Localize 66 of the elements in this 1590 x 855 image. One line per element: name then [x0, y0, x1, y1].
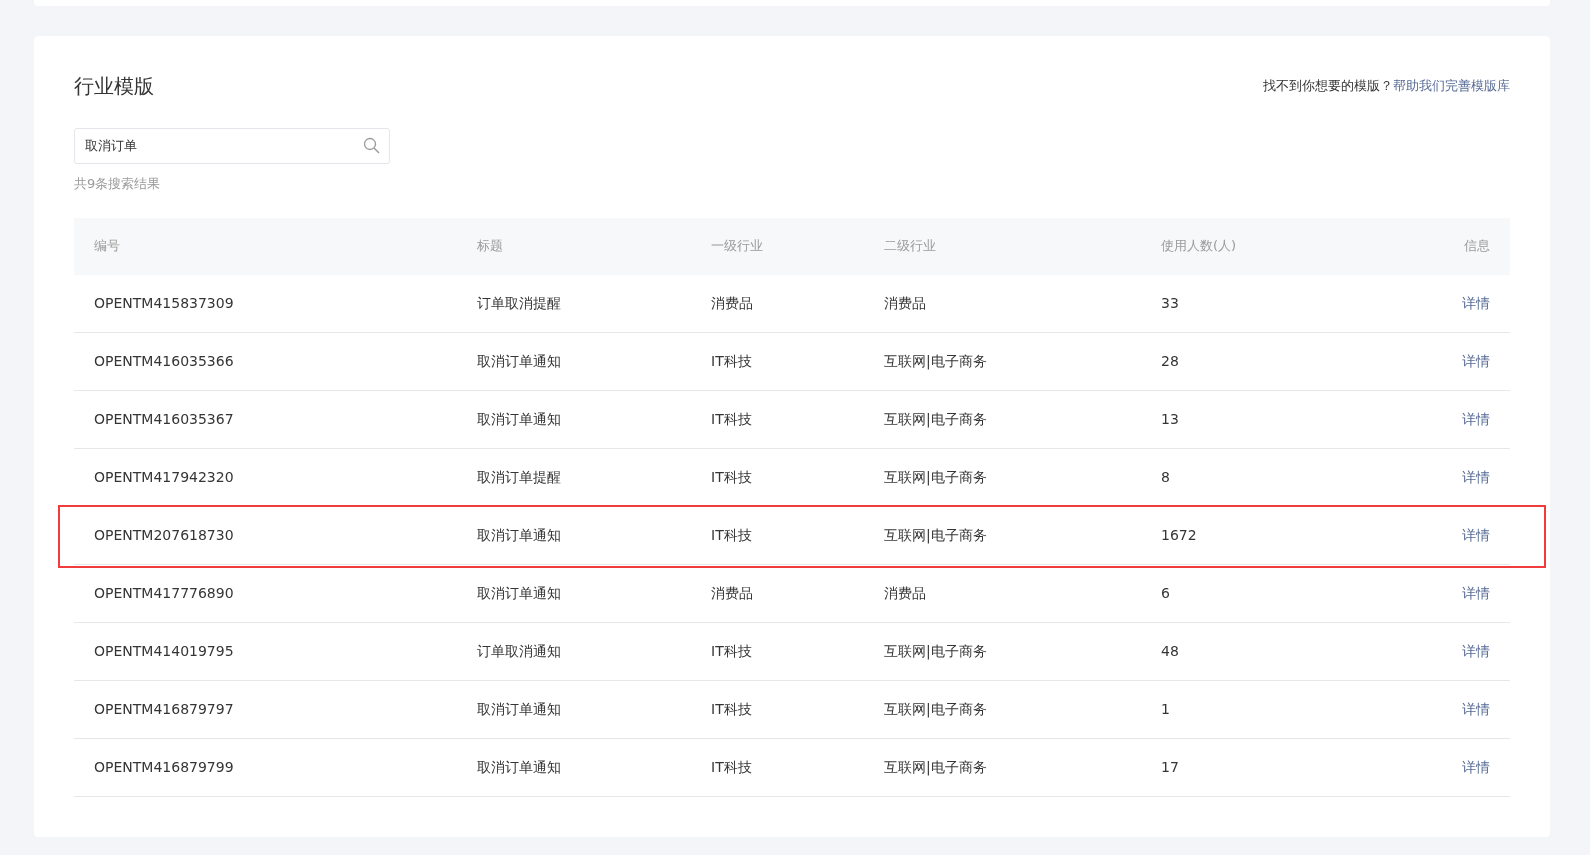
- table-cell: 1672: [1161, 526, 1197, 543]
- table-cell: 取消订单通知: [477, 700, 561, 717]
- table-cell: 取消订单通知: [477, 410, 561, 427]
- help-text: 找不到你想要的模版？: [1263, 78, 1393, 94]
- table-cell: 48: [1161, 642, 1179, 659]
- table-cell: 取消订单通知: [477, 584, 561, 601]
- details-link[interactable]: 详情: [1462, 352, 1490, 369]
- column-header: 标题: [476, 237, 504, 256]
- details-link[interactable]: 详情: [1462, 468, 1490, 485]
- table-cell: IT科技: [711, 352, 752, 369]
- table-cell: 消费品: [711, 584, 753, 601]
- details-link[interactable]: 详情: [1462, 584, 1490, 601]
- search-field[interactable]: 取消订单: [74, 128, 390, 164]
- table-cell: IT科技: [711, 526, 752, 543]
- table-cell: OPENTM416035367: [94, 410, 234, 427]
- table-cell: 订单取消提醒: [477, 294, 561, 311]
- table-cell: OPENTM415837309: [94, 294, 234, 311]
- column-header: 编号: [93, 237, 121, 256]
- table-cell: 互联网|电子商务: [884, 642, 987, 659]
- table-cell: OPENTM417942320: [94, 468, 234, 485]
- table-cell: OPENTM416879797: [94, 700, 234, 717]
- table-cell: OPENTM417776890: [94, 584, 234, 601]
- table-cell: 33: [1161, 294, 1179, 311]
- table-cell: 互联网|电子商务: [884, 352, 987, 369]
- table-cell: OPENTM416879799: [94, 758, 234, 775]
- table-cell: OPENTM414019795: [94, 642, 234, 659]
- result-count: 共9条搜索结果: [74, 175, 162, 193]
- table-cell: 互联网|电子商务: [884, 468, 987, 485]
- table-cell: IT科技: [711, 642, 752, 659]
- table-cell: 取消订单通知: [477, 352, 561, 369]
- table-cell: IT科技: [711, 410, 752, 427]
- details-link[interactable]: 详情: [1462, 642, 1490, 659]
- table-cell: 互联网|电子商务: [884, 410, 987, 427]
- column-header: 二级行业: [883, 237, 937, 256]
- details-link[interactable]: 详情: [1462, 410, 1490, 427]
- details-link[interactable]: 详情: [1462, 294, 1490, 311]
- table-cell: OPENTM416035366: [94, 352, 234, 369]
- table-cell: 17: [1161, 758, 1179, 775]
- column-header: 一级行业: [710, 237, 764, 256]
- table-cell: 8: [1161, 468, 1170, 485]
- column-header: 信息: [1463, 237, 1491, 256]
- table-cell: 互联网|电子商务: [884, 700, 987, 717]
- table-cell: 取消订单提醒: [477, 468, 561, 485]
- table-cell: 28: [1161, 352, 1179, 369]
- table-cell: IT科技: [711, 468, 752, 485]
- table-cell: 13: [1161, 410, 1179, 427]
- column-header: 使用人数(人): [1160, 237, 1238, 256]
- table-cell: 取消订单通知: [477, 758, 561, 775]
- table-cell: IT科技: [711, 758, 752, 775]
- search-icon: [363, 137, 380, 154]
- table-cell: IT科技: [711, 700, 752, 717]
- table-cell: 1: [1161, 700, 1170, 717]
- table-cell: 消费品: [711, 294, 753, 311]
- table-cell: 订单取消通知: [477, 642, 561, 659]
- details-link[interactable]: 详情: [1462, 526, 1490, 543]
- table-cell: OPENTM207618730: [94, 526, 234, 543]
- table-cell: 消费品: [884, 294, 926, 311]
- table-cell: 消费品: [884, 584, 926, 601]
- table-cell: 取消订单通知: [477, 526, 561, 543]
- details-link[interactable]: 详情: [1462, 700, 1490, 717]
- details-link[interactable]: 详情: [1462, 758, 1490, 775]
- help-link[interactable]: 帮助我们完善模版库: [1393, 78, 1510, 94]
- table-cell: 互联网|电子商务: [884, 758, 987, 775]
- table-cell: 互联网|电子商务: [884, 526, 987, 543]
- table-cell: 6: [1161, 584, 1170, 601]
- section-title: 行业模版: [74, 73, 154, 100]
